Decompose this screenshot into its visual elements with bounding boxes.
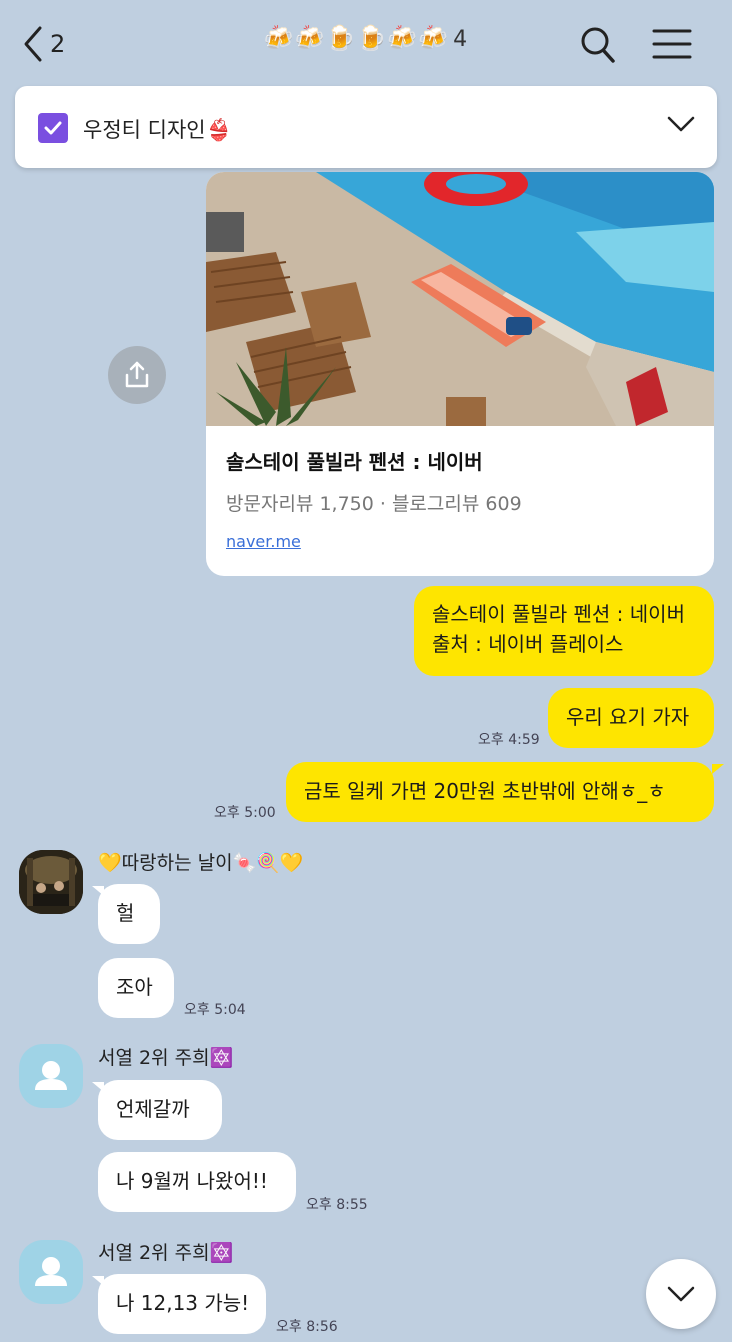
chat-header: 2 🍻🍻🍺🍺🍻🍻 4 [0,0,732,86]
message-timestamp: 오후 5:00 [214,805,276,821]
checkbox-icon [38,113,68,143]
message-text: 금토 일케 가면 20만원 초반밖에 안해ㅎ_ㅎ [304,779,666,803]
link-url[interactable]: naver.me [226,532,301,551]
message-text: 조아 [116,975,153,999]
message-bubble[interactable]: 나 9월꺼 나왔어!! [98,1152,296,1212]
bubble-tail [92,1082,104,1092]
avatar[interactable] [19,1044,83,1108]
bubble-tail [92,1276,104,1286]
message-text: 언제갈까 [116,1097,190,1121]
default-profile-icon [35,1061,67,1090]
link-preview-image [206,172,714,426]
message-bubble[interactable]: 조아 [98,958,174,1018]
message-text: 나 12,13 가능! [116,1291,250,1315]
menu-icon[interactable] [652,28,692,60]
profile-photo [19,850,83,914]
member-count: 4 [453,27,469,52]
share-button[interactable] [108,346,166,404]
chat-title: 🍻🍻🍺🍺🍻🍻 4 [0,24,732,52]
message-text-line-2: 출처 : 네이버 플레이스 [432,632,624,656]
link-preview-card[interactable]: 솔스테이 풀빌라 펜션 : 네이버 방문자리뷰 1,750 · 블로그리뷰 60… [206,172,714,576]
message-timestamp: 오후 8:56 [276,1319,338,1335]
chevron-down-icon[interactable] [667,114,695,134]
sender-name: 서열 2위 주희🔯 [98,1242,234,1264]
message-text: 나 9월꺼 나왔어!! [116,1169,268,1193]
message-timestamp: 오후 5:04 [184,1002,246,1018]
sender-name: 서열 2위 주희🔯 [98,1047,234,1069]
bubble-tail [92,886,104,896]
message-bubble[interactable]: 헐 [98,884,160,944]
default-profile-icon [35,1257,67,1286]
chat-title-text: 🍻🍻🍺🍺🍻🍻 [263,24,450,52]
notice-text: 우정티 디자인👙 [83,118,232,142]
message-bubble[interactable]: 우리 요기 가자 [548,688,714,748]
avatar[interactable] [19,850,83,914]
message-text: 헐 [116,901,135,925]
share-icon [125,361,149,388]
message-timestamp: 오후 4:59 [478,732,540,748]
avatar[interactable] [19,1240,83,1304]
link-title: 솔스테이 풀빌라 펜션 : 네이버 [226,450,483,474]
scroll-to-bottom-button[interactable] [646,1259,716,1329]
message-bubble[interactable]: 금토 일케 가면 20만원 초반밖에 안해ㅎ_ㅎ [286,762,714,822]
bubble-tail [712,764,724,774]
link-subtitle: 방문자리뷰 1,750 · 블로그리뷰 609 [226,493,522,515]
chevron-down-icon [667,1286,695,1302]
message-text-line-1: 솔스테이 풀빌라 펜션 : 네이버 [432,602,685,626]
message-bubble[interactable]: 나 12,13 가능! [98,1274,266,1334]
pinned-notice[interactable]: 우정티 디자인👙 [15,86,717,168]
message-timestamp: 오후 8:55 [306,1197,368,1213]
message-bubble[interactable]: 솔스테이 풀빌라 펜션 : 네이버 출처 : 네이버 플레이스 [414,586,714,676]
message-bubble[interactable]: 언제갈까 [98,1080,222,1140]
search-icon[interactable] [580,24,616,64]
message-text: 우리 요기 가자 [566,705,690,729]
sender-name: 💛따랑하는 날이🍬🍭💛 [98,852,304,874]
